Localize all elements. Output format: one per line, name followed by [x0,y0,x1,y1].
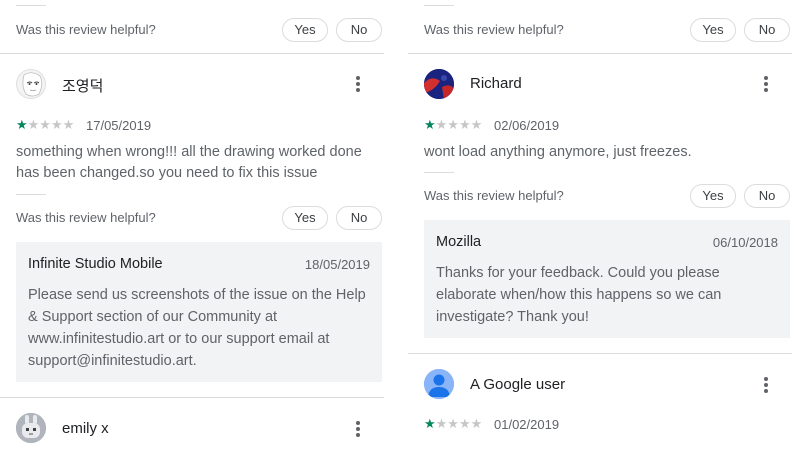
star-icon: ★★★★ [435,416,483,431]
review-author: 조영덕 [62,78,104,95]
more-vert-icon[interactable] [764,377,768,393]
helpful-prompt: Was this review helpful? Yes No [16,18,382,44]
review-separator [408,53,792,54]
review-separator [0,53,384,54]
review-text: wont load anything anymore, just freezes… [424,144,692,160]
reviews-column-left: Was this review helpful? Yes No 조영덕 ★★★★… [0,0,384,449]
reply-date: 06/10/2018 [712,235,778,250]
helpful-yes-button[interactable]: Yes [690,184,736,208]
avatar [424,69,454,99]
helpful-question: Was this review helpful? [424,22,564,37]
review-author: emily x [62,420,109,437]
bunny-character-icon [16,413,46,443]
more-vert-icon[interactable] [356,421,360,437]
abstract-avatar-icon [424,69,454,99]
review-author: Richard [470,75,522,92]
more-vert-icon[interactable] [764,76,768,92]
developer-reply: Infinite Studio Mobile 18/05/2019 Please… [16,242,382,382]
star-icon: ★★★★ [435,117,483,132]
reply-author: Mozilla [436,234,482,250]
divider [16,5,46,6]
helpful-yes-button[interactable]: Yes [690,18,736,42]
review-separator [408,353,792,354]
avatar [16,69,46,99]
divider [424,172,454,173]
review-date: 02/06/2019 [494,118,560,133]
helpful-question: Was this review helpful? [16,22,156,37]
star-icon: ★ [424,416,436,431]
helpful-yes-button[interactable]: Yes [282,18,328,42]
helpful-prompt: Was this review helpful? Yes No [16,206,382,232]
review-date: 17/05/2019 [86,118,152,133]
review-date: 01/02/2019 [494,417,560,432]
reply-text: Please send us screenshots of the issue … [28,287,366,369]
helpful-yes-button[interactable]: Yes [282,206,328,230]
review-text: something when wrong!!! all the drawing … [16,144,362,181]
review-separator [0,397,384,398]
star-icon: ★ [424,117,436,132]
star-icon: ★★★★ [27,117,75,132]
divider [16,194,46,195]
more-vert-icon[interactable] [356,76,360,92]
reply-text: Thanks for your feedback. Could you plea… [436,265,722,325]
helpful-no-button[interactable]: No [744,18,790,42]
reply-author: Infinite Studio Mobile [28,256,163,272]
star-rating: ★★★★★ [424,118,482,132]
divider [424,5,454,6]
star-icon: ★ [16,117,28,132]
reply-date: 18/05/2019 [304,257,370,272]
review-author: A Google user [470,376,566,393]
star-rating: ★★★★★ [424,417,482,431]
helpful-prompt: Was this review helpful? Yes No [424,184,790,210]
star-rating: ★★★★★ [16,118,74,132]
helpful-no-button[interactable]: No [744,184,790,208]
helpful-question: Was this review helpful? [16,210,156,225]
helpful-question: Was this review helpful? [424,188,564,203]
sketch-face-icon [22,72,43,97]
helpful-no-button[interactable]: No [336,18,382,42]
helpful-no-button[interactable]: No [336,206,382,230]
person-icon [424,369,454,399]
avatar [424,369,454,399]
helpful-prompt: Was this review helpful? Yes No [424,18,790,44]
reviews-column-right: Was this review helpful? Yes No Richard … [408,0,792,449]
avatar [16,413,46,443]
developer-reply: Mozilla 06/10/2018 Thanks for your feedb… [424,220,790,338]
